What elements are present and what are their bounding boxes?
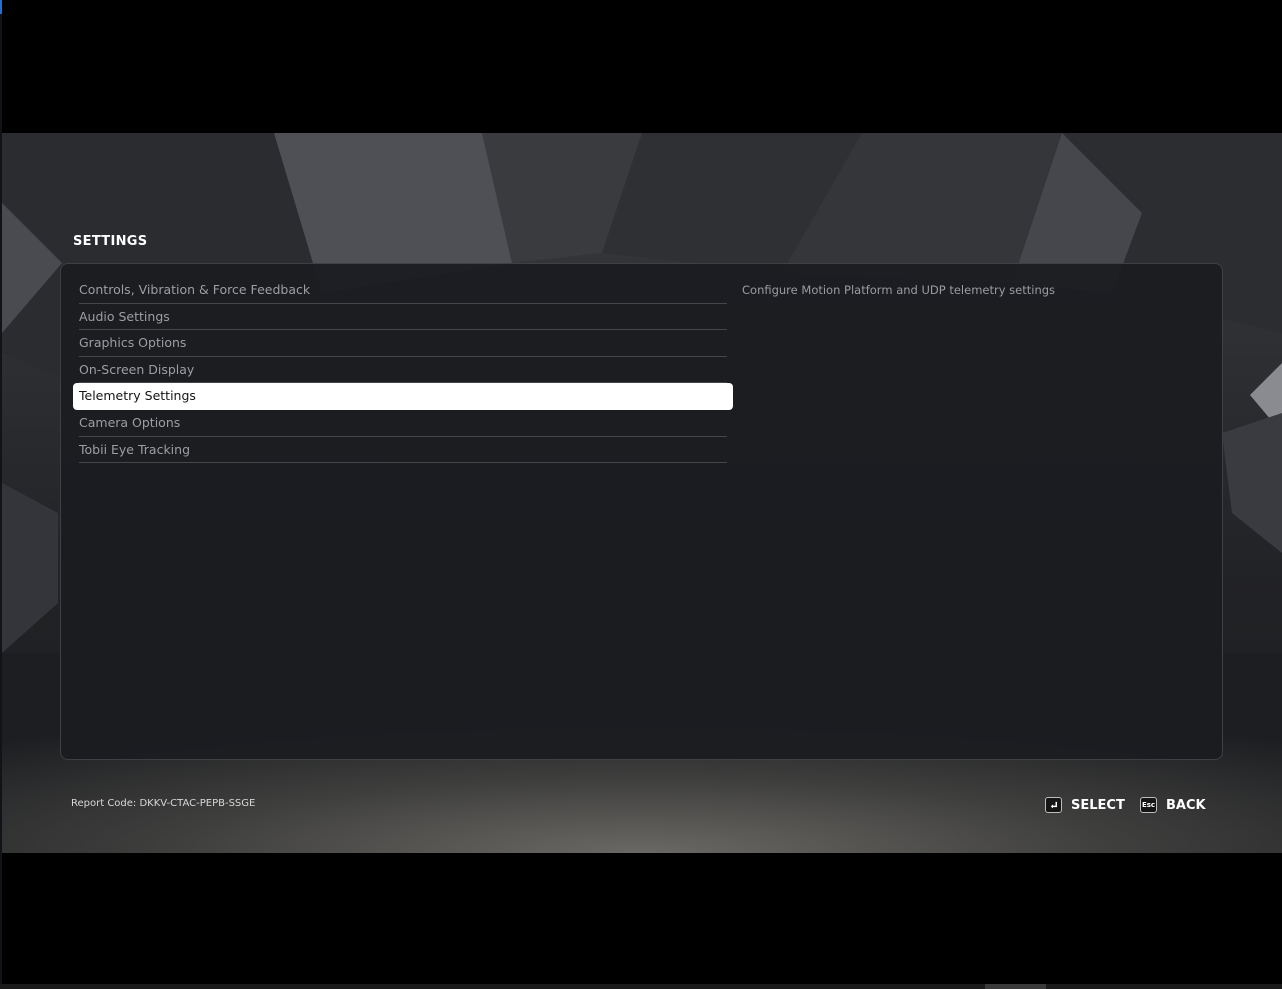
- window-bottom-strip: [0, 984, 1282, 989]
- window-accent: [0, 0, 2, 14]
- settings-panel: Controls, Vibration & Force Feedback Aud…: [60, 263, 1223, 760]
- settings-menu: Controls, Vibration & Force Feedback Aud…: [73, 277, 733, 464]
- select-label: SELECT: [1071, 797, 1125, 813]
- taskbar-segment: [985, 984, 1046, 989]
- menu-item-telemetry[interactable]: Telemetry Settings: [73, 383, 733, 410]
- back-prompt-button[interactable]: Esc BACK: [1140, 796, 1206, 814]
- esc-key-icon: Esc: [1140, 797, 1157, 813]
- back-label: BACK: [1166, 797, 1206, 813]
- menu-item-graphics[interactable]: Graphics Options: [79, 330, 727, 357]
- menu-item-eye-tracking[interactable]: Tobii Eye Tracking: [79, 437, 727, 464]
- menu-item-audio[interactable]: Audio Settings: [79, 304, 727, 331]
- game-viewport: SETTINGS Controls, Vibration & Force Fee…: [2, 133, 1282, 853]
- item-description: Configure Motion Platform and UDP teleme…: [742, 283, 1056, 297]
- menu-item-on-screen-display[interactable]: On-Screen Display: [79, 357, 727, 384]
- menu-item-camera[interactable]: Camera Options: [79, 410, 727, 437]
- page-title: SETTINGS: [73, 234, 148, 249]
- select-prompt-button[interactable]: SELECT: [1045, 796, 1125, 814]
- menu-item-controls[interactable]: Controls, Vibration & Force Feedback: [79, 277, 727, 304]
- report-code: Report Code: DKKV-CTAC-PEPB-SSGE: [71, 798, 256, 809]
- enter-key-icon: [1045, 797, 1062, 813]
